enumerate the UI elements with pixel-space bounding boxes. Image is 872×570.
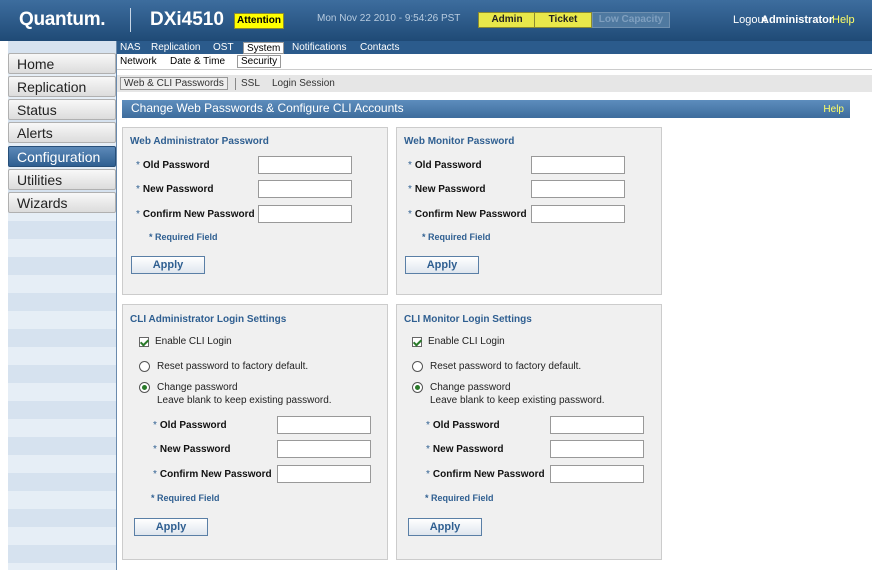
old-password-label: * Old Password bbox=[136, 160, 210, 171]
header-help-link[interactable]: Help bbox=[832, 14, 855, 26]
enable-cli-login-checkbox[interactable] bbox=[139, 337, 149, 347]
sub-tab-bar: Network Date & Time Security bbox=[117, 54, 872, 70]
panel-title: CLI Administrator Login Settings bbox=[130, 314, 287, 325]
top-tab-bar: NAS Replication OST System Notifications… bbox=[117, 41, 872, 54]
new-password-label: * New Password bbox=[136, 184, 214, 195]
confirm-password-input[interactable] bbox=[258, 205, 352, 223]
ticket-button[interactable]: Ticket bbox=[534, 12, 592, 28]
new-password-input[interactable] bbox=[277, 440, 371, 458]
tab-system[interactable]: System bbox=[243, 42, 285, 54]
confirm-password-input[interactable] bbox=[277, 465, 371, 483]
old-password-input[interactable] bbox=[258, 156, 352, 174]
low-capacity-indicator: Low Capacity bbox=[592, 12, 670, 28]
old-password-input[interactable] bbox=[550, 416, 644, 434]
apply-button[interactable]: Apply bbox=[131, 256, 205, 274]
tab-separator bbox=[235, 78, 236, 90]
tab-ost[interactable]: OST bbox=[213, 42, 234, 54]
panel-title: Web Administrator Password bbox=[130, 136, 269, 147]
sidebar-item-configuration[interactable]: Configuration bbox=[8, 146, 116, 167]
sidebar-divider bbox=[116, 41, 117, 570]
confirm-password-input[interactable] bbox=[550, 465, 644, 483]
old-password-label: * Old Password bbox=[153, 420, 227, 431]
reset-factory-label: Reset password to factory default. bbox=[157, 361, 309, 372]
sidebar-item-home[interactable]: Home bbox=[8, 53, 116, 74]
new-password-label: * New Password bbox=[408, 184, 486, 195]
sidebar-item-utilities[interactable]: Utilities bbox=[8, 169, 116, 190]
required-field-note: * Required Field bbox=[149, 232, 218, 242]
security-tab-bar: Web & CLI Passwords SSL Login Session bbox=[117, 75, 872, 92]
apply-button[interactable]: Apply bbox=[408, 518, 482, 536]
required-field-note: * Required Field bbox=[151, 493, 220, 503]
old-password-label: * Old Password bbox=[408, 160, 482, 171]
required-field-note: * Required Field bbox=[425, 493, 494, 503]
product-name: DXi4510 bbox=[150, 9, 224, 30]
page-help-link[interactable]: Help bbox=[823, 101, 844, 118]
new-password-input[interactable] bbox=[258, 180, 352, 198]
new-password-label: * New Password bbox=[153, 444, 231, 455]
attention-button[interactable]: Attention bbox=[234, 13, 284, 29]
panel-title: Web Monitor Password bbox=[404, 136, 515, 147]
change-password-radio[interactable] bbox=[412, 382, 423, 393]
reset-factory-radio[interactable] bbox=[139, 361, 150, 372]
enable-cli-login-label: Enable CLI Login bbox=[155, 336, 232, 347]
tab-date-time[interactable]: Date & Time bbox=[170, 56, 225, 67]
tab-replication[interactable]: Replication bbox=[151, 42, 200, 54]
tab-security[interactable]: Security bbox=[237, 55, 282, 68]
page-title-bar: Change Web Passwords & Configure CLI Acc… bbox=[122, 100, 850, 118]
confirm-password-label: * Confirm New Password bbox=[153, 469, 272, 480]
system-datetime: Mon Nov 22 2010 - 9:54:26 PST bbox=[317, 13, 461, 24]
tab-ssl[interactable]: SSL bbox=[241, 78, 260, 89]
web-admin-panel: Web Administrator Password * Old Password… bbox=[122, 127, 388, 295]
old-password-input[interactable] bbox=[531, 156, 625, 174]
enable-cli-login-label: Enable CLI Login bbox=[428, 336, 505, 347]
new-password-label: * New Password bbox=[426, 444, 504, 455]
web-monitor-panel: Web Monitor Password * Old Password * New … bbox=[396, 127, 662, 295]
sidebar-item-alerts[interactable]: Alerts bbox=[8, 122, 116, 143]
quantum-logo: Quantum. bbox=[19, 9, 106, 30]
header-divider bbox=[130, 8, 131, 32]
panel-title: CLI Monitor Login Settings bbox=[404, 314, 532, 325]
sidebar-item-status[interactable]: Status bbox=[8, 99, 116, 120]
confirm-password-label: * Confirm New Password bbox=[408, 209, 527, 220]
enable-cli-login-checkbox[interactable] bbox=[412, 337, 422, 347]
change-password-label: Change password bbox=[157, 382, 238, 393]
change-password-radio[interactable] bbox=[139, 382, 150, 393]
old-password-input[interactable] bbox=[277, 416, 371, 434]
sidebar-item-wizards[interactable]: Wizards bbox=[8, 192, 116, 213]
apply-button[interactable]: Apply bbox=[405, 256, 479, 274]
tab-notifications[interactable]: Notifications bbox=[292, 42, 346, 54]
change-password-label: Change password bbox=[430, 382, 511, 393]
cli-monitor-panel: CLI Monitor Login Settings Enable CLI Lo… bbox=[396, 304, 662, 560]
tab-nas[interactable]: NAS bbox=[120, 42, 141, 54]
reset-factory-label: Reset password to factory default. bbox=[430, 361, 582, 372]
sidebar-item-replication[interactable]: Replication bbox=[8, 76, 116, 97]
app-header: Quantum. DXi4510 Attention Mon Nov 22 20… bbox=[0, 0, 872, 41]
apply-button[interactable]: Apply bbox=[134, 518, 208, 536]
confirm-password-input[interactable] bbox=[531, 205, 625, 223]
required-field-note: * Required Field bbox=[422, 232, 491, 242]
reset-factory-radio[interactable] bbox=[412, 361, 423, 372]
page-title: Change Web Passwords & Configure CLI Acc… bbox=[131, 101, 404, 115]
admin-button[interactable]: Admin bbox=[478, 12, 536, 28]
tab-login-session[interactable]: Login Session bbox=[272, 78, 335, 89]
tab-network[interactable]: Network bbox=[120, 56, 157, 67]
tab-contacts[interactable]: Contacts bbox=[360, 42, 399, 54]
old-password-label: * Old Password bbox=[426, 420, 500, 431]
sidebar: Home Replication Status Alerts Configura… bbox=[8, 41, 116, 570]
cli-admin-panel: CLI Administrator Login Settings Enable … bbox=[122, 304, 388, 560]
tab-web-cli-passwords[interactable]: Web & CLI Passwords bbox=[120, 77, 228, 90]
change-password-note: Leave blank to keep existing password. bbox=[430, 395, 605, 406]
change-password-note: Leave blank to keep existing password. bbox=[157, 395, 332, 406]
confirm-password-label: * Confirm New Password bbox=[426, 469, 545, 480]
confirm-password-label: * Confirm New Password bbox=[136, 209, 255, 220]
new-password-input[interactable] bbox=[550, 440, 644, 458]
new-password-input[interactable] bbox=[531, 180, 625, 198]
current-user: Administrator bbox=[761, 14, 834, 26]
